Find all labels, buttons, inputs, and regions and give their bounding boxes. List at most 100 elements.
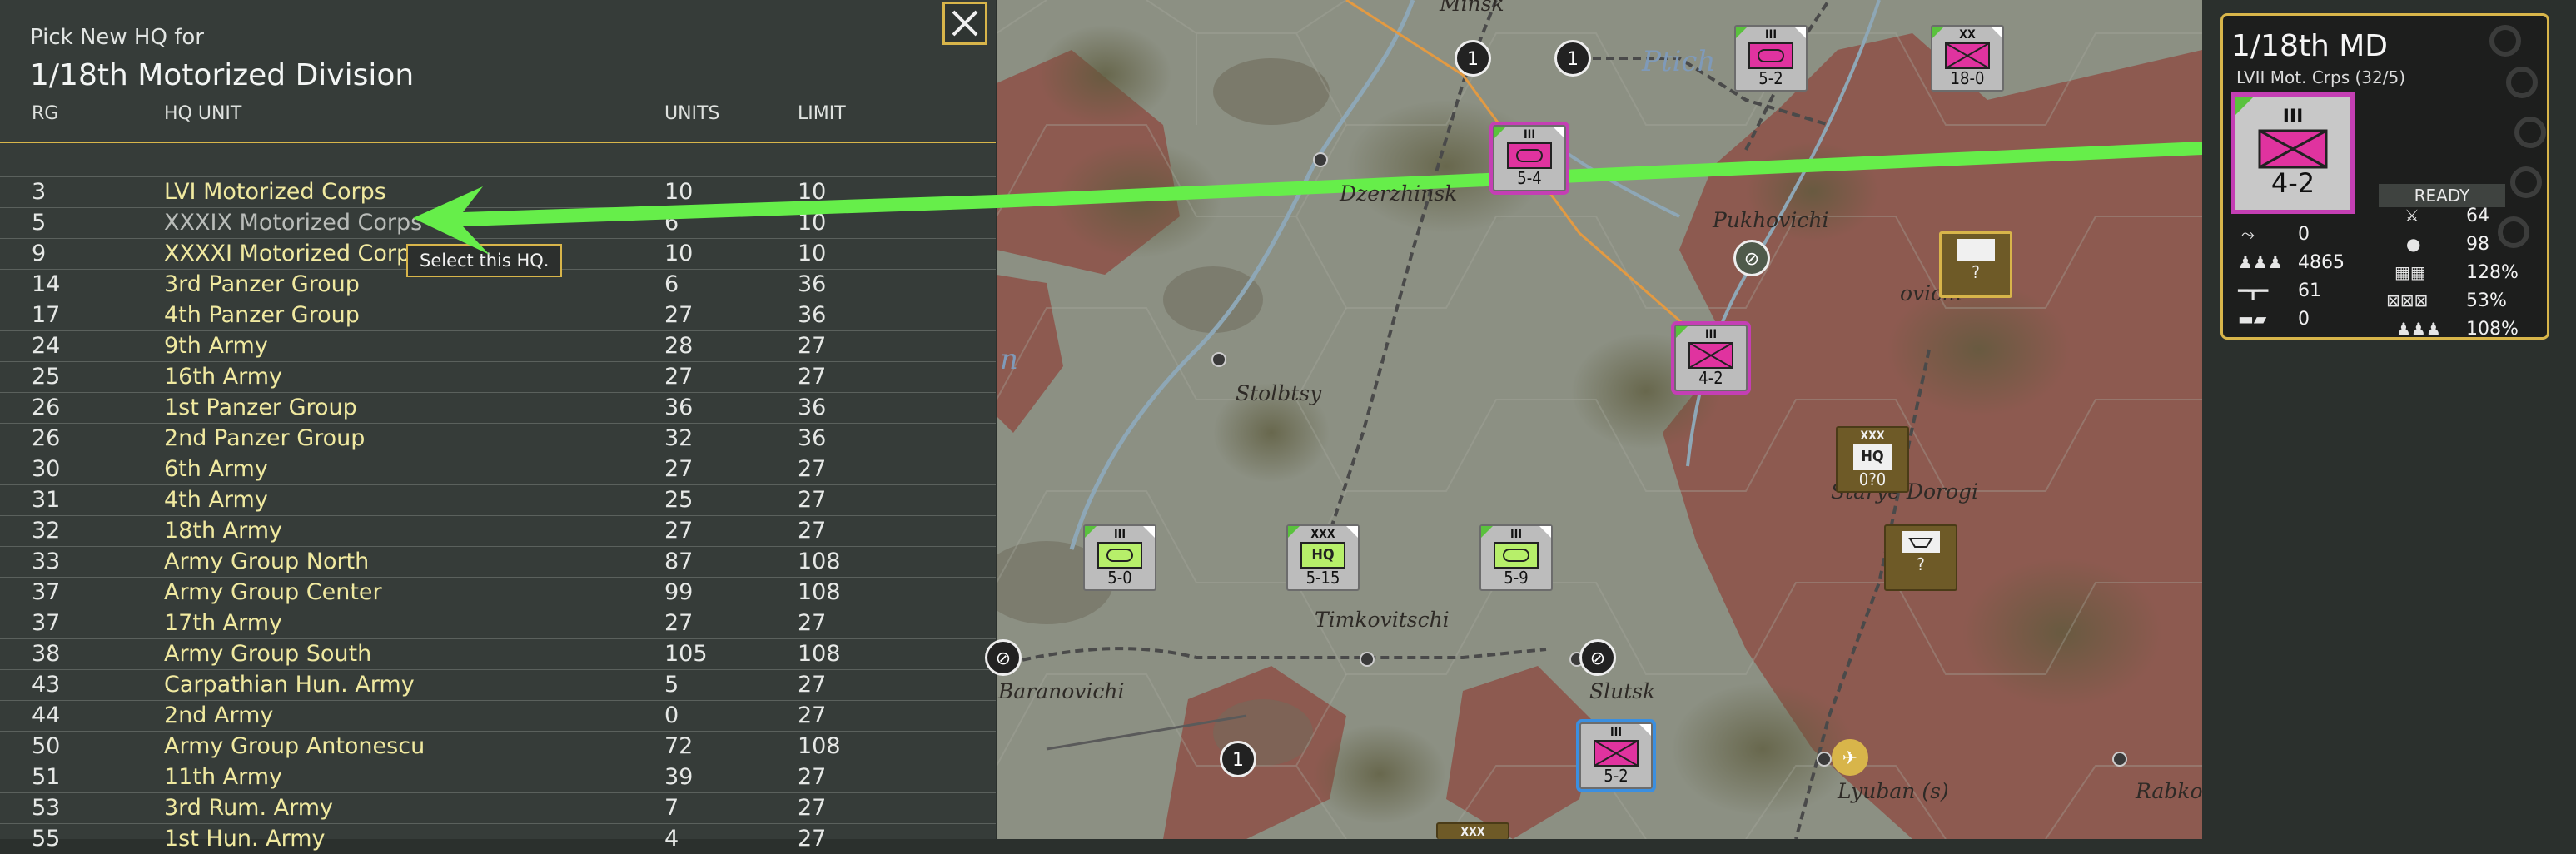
hq-row[interactable]: 26 2nd Panzer Group 32 36 xyxy=(0,423,996,454)
supply-drop-icon: ● xyxy=(2406,234,2421,254)
hq-row[interactable]: 33 Army Group North 87 108 xyxy=(0,546,996,577)
rg-cell: 30 xyxy=(32,456,61,482)
hq-name-cell: 16th Army xyxy=(164,364,283,390)
unit-size: III xyxy=(1523,128,1536,142)
motorized-symbol-icon xyxy=(1097,542,1142,569)
rg-cell: 31 xyxy=(32,487,61,513)
supply-marker[interactable]: 1 xyxy=(1554,40,1591,77)
unit-counter[interactable]: III 5-9 xyxy=(1479,524,1553,591)
supply-marker[interactable]: 1 xyxy=(1455,40,1491,77)
hq-symbol-icon: HQ xyxy=(1300,542,1345,569)
hq-name-cell: 1st Panzer Group xyxy=(164,395,357,420)
hq-row[interactable]: 32 18th Army 27 27 xyxy=(0,515,996,546)
units-cell: 36 xyxy=(664,395,694,420)
rg-cell: 37 xyxy=(32,579,61,605)
limit-cell: 27 xyxy=(798,456,827,482)
air-unit-marker[interactable]: ✈ xyxy=(1832,739,1868,776)
motorized-symbol-icon xyxy=(1494,542,1539,569)
mech-infantry-symbol-icon xyxy=(1594,740,1639,767)
gun-icon: ━┳━ xyxy=(2238,281,2269,300)
map-label-ptich: Ptich xyxy=(1642,45,1716,78)
unit-strength: 5-2 xyxy=(1604,766,1629,786)
unit-counter[interactable]: III 5-2 xyxy=(1576,719,1656,792)
supply-marker[interactable]: 1 xyxy=(1220,741,1256,777)
hq-row[interactable]: 37 Army Group Center 99 108 xyxy=(0,577,996,608)
propeller-icon: ✈ xyxy=(1842,748,1858,769)
unit-counter[interactable]: III 5-2 xyxy=(1734,25,1808,92)
unit-size: III xyxy=(1764,28,1778,42)
unit-counter[interactable]: XX 18-0 xyxy=(1931,25,2004,92)
units-cell: 105 xyxy=(664,641,708,667)
airbase-marker[interactable]: ⊘ xyxy=(1579,639,1616,676)
mech-infantry-symbol-icon xyxy=(1688,342,1733,369)
unit-parent-hq[interactable]: LVII Mot. Crps (32/5) xyxy=(2236,67,2405,87)
rg-cell: 51 xyxy=(32,764,61,790)
hq-name-cell: Carpathian Hun. Army xyxy=(164,672,415,698)
hq-row[interactable]: 53 3rd Rum. Army 7 27 xyxy=(0,792,996,823)
enemy-hq-counter[interactable]: XXX HQ 0?0 xyxy=(1836,426,1909,493)
hq-row[interactable]: 43 Carpathian Hun. Army 5 27 xyxy=(0,669,996,700)
hex-map[interactable]: Minsk Ptich Dzerzhinsk Pukhovichi ovichi… xyxy=(985,0,2203,839)
limit-cell: 36 xyxy=(798,302,827,328)
hq-row[interactable]: 31 4th Army 25 27 xyxy=(0,484,996,515)
unit-strength: 4-2 xyxy=(2270,167,2315,199)
stat-tanks: 0 xyxy=(2298,309,2310,330)
airbase-marker[interactable]: ⊘ xyxy=(985,639,1022,676)
unit-size: III xyxy=(1704,328,1718,341)
stat-fatigue: 53% xyxy=(2466,290,2507,311)
unit-strength: 5-15 xyxy=(1305,568,1340,588)
unit-info-card[interactable]: 1/18th MD LVII Mot. Crps (32/5) III 4-2 … xyxy=(2220,13,2549,340)
hq-row[interactable]: 25 16th Army 27 27 xyxy=(0,361,996,392)
unit-counter[interactable]: III 5-0 xyxy=(1083,524,1156,591)
airbase-marker[interactable]: ⊘ xyxy=(1733,240,1770,276)
map-label-dzerzhinsk: Dzerzhinsk xyxy=(1340,181,1458,206)
unit-counter[interactable]: III 4-2 xyxy=(1671,321,1751,395)
units-cell: 25 xyxy=(664,487,694,513)
hq-name-cell: 11th Army xyxy=(164,764,283,790)
rg-cell: 26 xyxy=(32,395,61,420)
stat-morale: 108% xyxy=(2466,319,2519,340)
unknown-enemy-counter[interactable]: ? xyxy=(1884,524,1957,591)
limit-cell: 27 xyxy=(798,333,827,359)
unit-size: XXX xyxy=(1860,429,1885,443)
hq-row[interactable]: 26 1st Panzer Group 36 36 xyxy=(0,392,996,423)
town-marker xyxy=(1360,652,1375,667)
mech-infantry-symbol-icon xyxy=(2258,129,2328,169)
toe-icon: ▦▦ xyxy=(2394,262,2426,282)
units-cell: 0 xyxy=(664,703,679,728)
units-cell: 39 xyxy=(664,764,694,790)
map-label-minsk: Minsk xyxy=(1440,0,1504,16)
hq-row[interactable]: 30 6th Army 27 27 xyxy=(0,454,996,484)
unit-size: III xyxy=(1113,528,1126,541)
rg-cell: 32 xyxy=(32,518,61,544)
hq-row[interactable]: 44 2nd Army 0 27 xyxy=(0,700,996,731)
limit-cell: 108 xyxy=(798,579,841,605)
unit-strength: 5-9 xyxy=(1504,568,1529,588)
hq-row[interactable]: 37 17th Army 27 27 xyxy=(0,608,996,638)
hq-name-cell: Army Group North xyxy=(164,549,370,574)
morale-icon: ♟♟♟ xyxy=(2396,319,2441,339)
rg-cell: 38 xyxy=(32,641,61,667)
enemy-hq-counter[interactable]: XXX xyxy=(1436,822,1509,839)
unit-strength: 5-0 xyxy=(1107,568,1132,588)
corps-hq-counter[interactable]: XXX HQ 5-15 xyxy=(1286,524,1360,591)
map-terrain xyxy=(997,0,2202,839)
units-cell: 72 xyxy=(664,733,694,759)
rg-cell: 33 xyxy=(32,549,61,574)
hq-row[interactable]: 38 Army Group South 105 108 xyxy=(0,638,996,669)
units-cell: 27 xyxy=(664,302,694,328)
hq-row[interactable]: 17 4th Panzer Group 27 36 xyxy=(0,300,996,330)
hq-row[interactable]: 50 Army Group Antonescu 72 108 xyxy=(0,731,996,762)
unknown-enemy-counter[interactable]: ? xyxy=(1939,231,2012,298)
iron-cross-watermark-icon xyxy=(2489,25,2546,248)
hq-row[interactable]: 24 9th Army 28 27 xyxy=(0,330,996,361)
limit-cell: 27 xyxy=(798,764,827,790)
hq-name-cell: Army Group South xyxy=(164,641,372,667)
selected-unit-counter[interactable]: III 4-2 xyxy=(2231,92,2355,214)
men-icon: ♟♟♟ xyxy=(2238,252,2283,272)
hq-name-cell: 4th Panzer Group xyxy=(164,302,360,328)
hq-row[interactable]: 51 11th Army 39 27 xyxy=(0,762,996,792)
unit-counter[interactable]: III 5-4 xyxy=(1489,122,1569,195)
town-marker xyxy=(1313,152,1328,167)
map-label-baranovichi: Baranovichi xyxy=(998,679,1125,703)
